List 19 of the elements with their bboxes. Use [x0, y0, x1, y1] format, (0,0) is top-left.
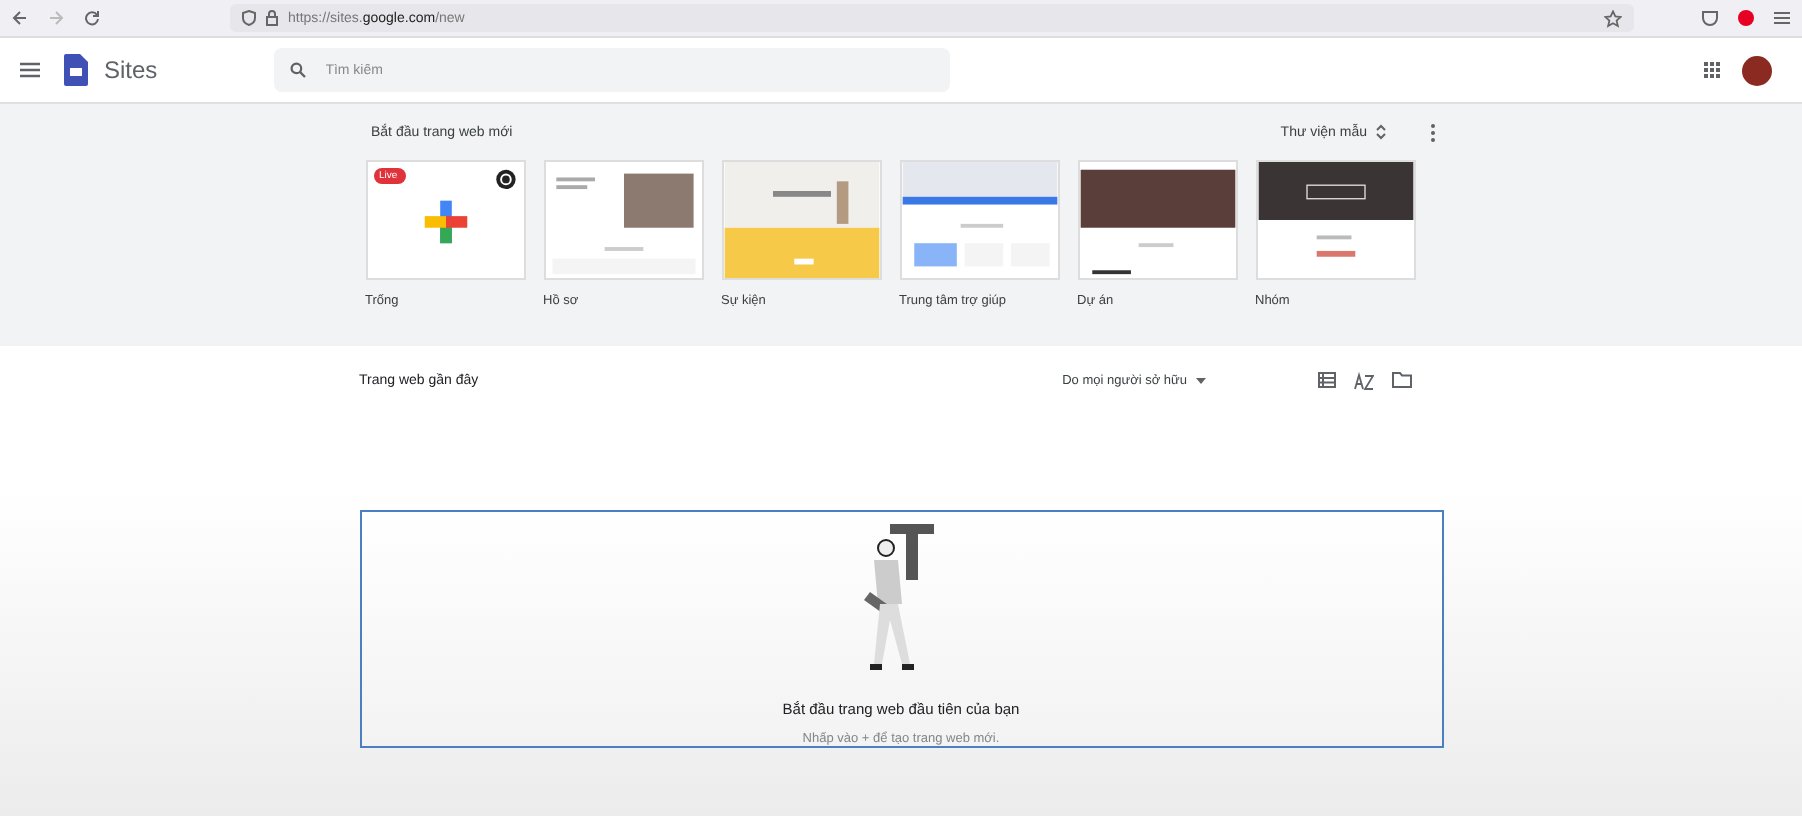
- reload-icon[interactable]: [84, 10, 100, 26]
- folder-icon[interactable]: [1391, 371, 1411, 387]
- sites-logo-icon: [64, 54, 88, 86]
- expand-icon: [1375, 124, 1385, 140]
- back-icon[interactable]: [12, 10, 28, 26]
- caret-icon: [1195, 377, 1205, 383]
- more-icon[interactable]: [1429, 123, 1435, 141]
- list-view-icon[interactable]: [1317, 371, 1335, 387]
- shield-icon: [242, 10, 256, 26]
- menu-icon[interactable]: [20, 62, 40, 78]
- menu-icon[interactable]: [1774, 10, 1790, 26]
- star-icon[interactable]: [1604, 9, 1622, 27]
- profile-template-drawing: [551, 173, 695, 275]
- apps-grid-icon[interactable]: [1704, 62, 1720, 78]
- lock-icon: [266, 10, 278, 26]
- app-title: Sites: [104, 56, 158, 84]
- sort-icon[interactable]: [1353, 371, 1373, 389]
- plus-icon: [423, 200, 467, 244]
- avatar[interactable]: [1742, 55, 1772, 85]
